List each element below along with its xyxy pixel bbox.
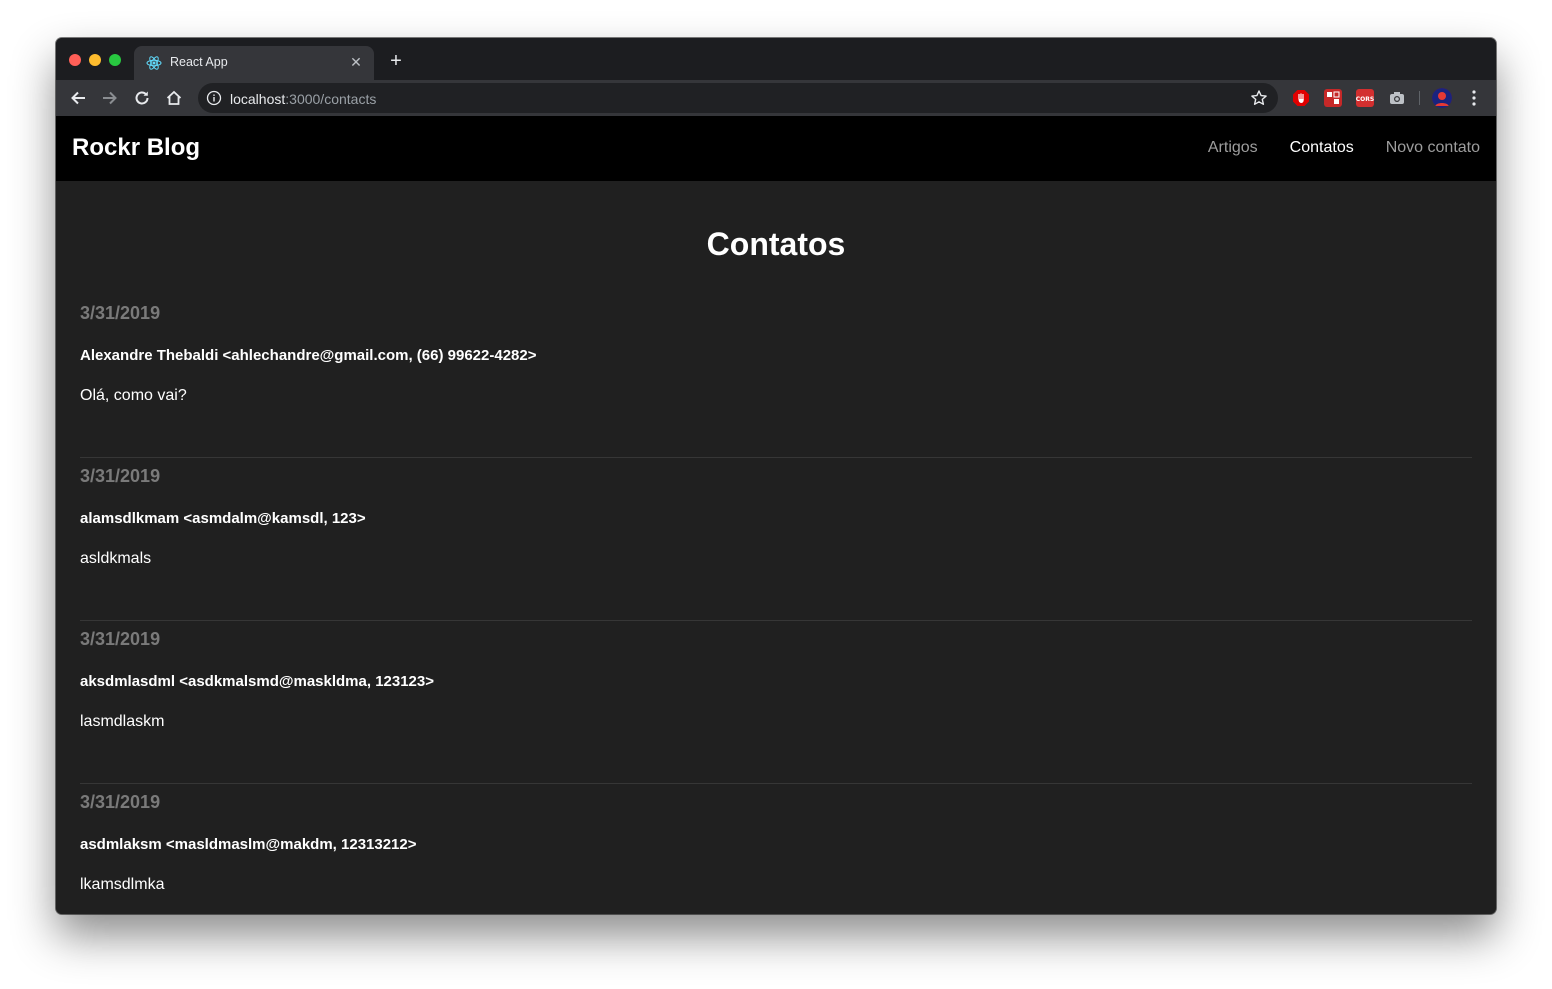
forward-arrow-icon[interactable] [99, 87, 121, 109]
page-title: Contatos [706, 226, 846, 262]
site-brand[interactable]: Rockr Blog [72, 134, 200, 162]
new-tab-button[interactable]: + [386, 51, 406, 71]
contact-date: 3/31/2019 [80, 629, 161, 649]
back-arrow-icon[interactable] [67, 87, 89, 109]
nav-link-novo-contato[interactable]: Novo contato [1386, 139, 1480, 157]
window-close-button[interactable] [69, 54, 81, 66]
browser-toolbar: localhost:3000/contacts CORS [56, 80, 1496, 116]
contact-message: lasmdlaskm [80, 713, 165, 730]
home-icon[interactable] [163, 87, 185, 109]
tab-strip: React App ✕ + [56, 38, 1496, 80]
reload-icon[interactable] [131, 87, 153, 109]
window-minimize-button[interactable] [89, 54, 101, 66]
contact-item: 3/31/2019 alamsdlkmam <asmdalm@kamsdl, 1… [80, 459, 1472, 621]
nav-link-artigos[interactable]: Artigos [1208, 139, 1258, 157]
contact-date: 3/31/2019 [80, 303, 161, 323]
info-icon[interactable] [206, 90, 222, 106]
contact-sender: aksdmlasdml <asdkmalsmd@maskldma, 123123… [80, 673, 435, 690]
url-path: :3000/contacts [285, 91, 377, 107]
window-maximize-button[interactable] [109, 54, 121, 66]
extension-puzzle-icon[interactable] [1324, 89, 1342, 107]
react-logo-icon [146, 56, 162, 70]
camera-extension-icon[interactable] [1388, 89, 1406, 107]
contact-sender: alamsdlkmam <asmdalm@kamsdl, 123> [80, 510, 366, 527]
browser-tab[interactable]: React App ✕ [134, 46, 374, 80]
more-menu-icon[interactable] [1466, 88, 1482, 108]
contact-item: 3/31/2019 aksdmlasdml <asdkmalsmd@maskld… [80, 622, 1472, 784]
bookmark-star-icon[interactable] [1250, 89, 1268, 107]
cors-extension-icon[interactable]: CORS [1356, 89, 1374, 107]
profile-avatar[interactable] [1432, 88, 1452, 108]
page-content: Rockr Blog Artigos Contatos Novo contato… [56, 116, 1496, 914]
contact-message: lkamsdlmka [80, 876, 165, 893]
contact-item: 3/31/2019 asdmlaksm <masldmaslm@makdm, 1… [80, 785, 1472, 914]
tab-close-icon[interactable]: ✕ [348, 54, 364, 70]
browser-window: React App ✕ + localhost:3000/contacts CO… [56, 38, 1496, 914]
contact-date: 3/31/2019 [80, 792, 161, 812]
site-navbar: Rockr Blog Artigos Contatos Novo contato [56, 116, 1496, 181]
contact-sender: asdmlaksm <masldmaslm@makdm, 12313212> [80, 836, 417, 853]
contact-message: Olá, como vai? [80, 387, 187, 404]
svg-text:CORS: CORS [1356, 96, 1374, 103]
tab-title: React App [170, 55, 228, 69]
contact-item: 3/31/2019 Alexandre Thebaldi <ahlechandr… [80, 296, 1472, 458]
nav-link-contatos[interactable]: Contatos [1290, 139, 1354, 157]
address-bar[interactable]: localhost:3000/contacts [198, 83, 1278, 113]
toolbar-divider [1419, 91, 1420, 105]
url-host: localhost [230, 91, 286, 107]
contacts-list: 3/31/2019 Alexandre Thebaldi <ahlechandr… [80, 296, 1472, 914]
adblock-extension-icon[interactable] [1292, 89, 1310, 107]
contact-message: asldkmals [80, 550, 152, 567]
nav-links: Artigos Contatos Novo contato [1208, 139, 1480, 157]
contact-sender: Alexandre Thebaldi <ahlechandre@gmail.co… [80, 347, 537, 364]
contact-date: 3/31/2019 [80, 466, 161, 486]
url-text[interactable]: localhost:3000/contacts [230, 91, 376, 107]
